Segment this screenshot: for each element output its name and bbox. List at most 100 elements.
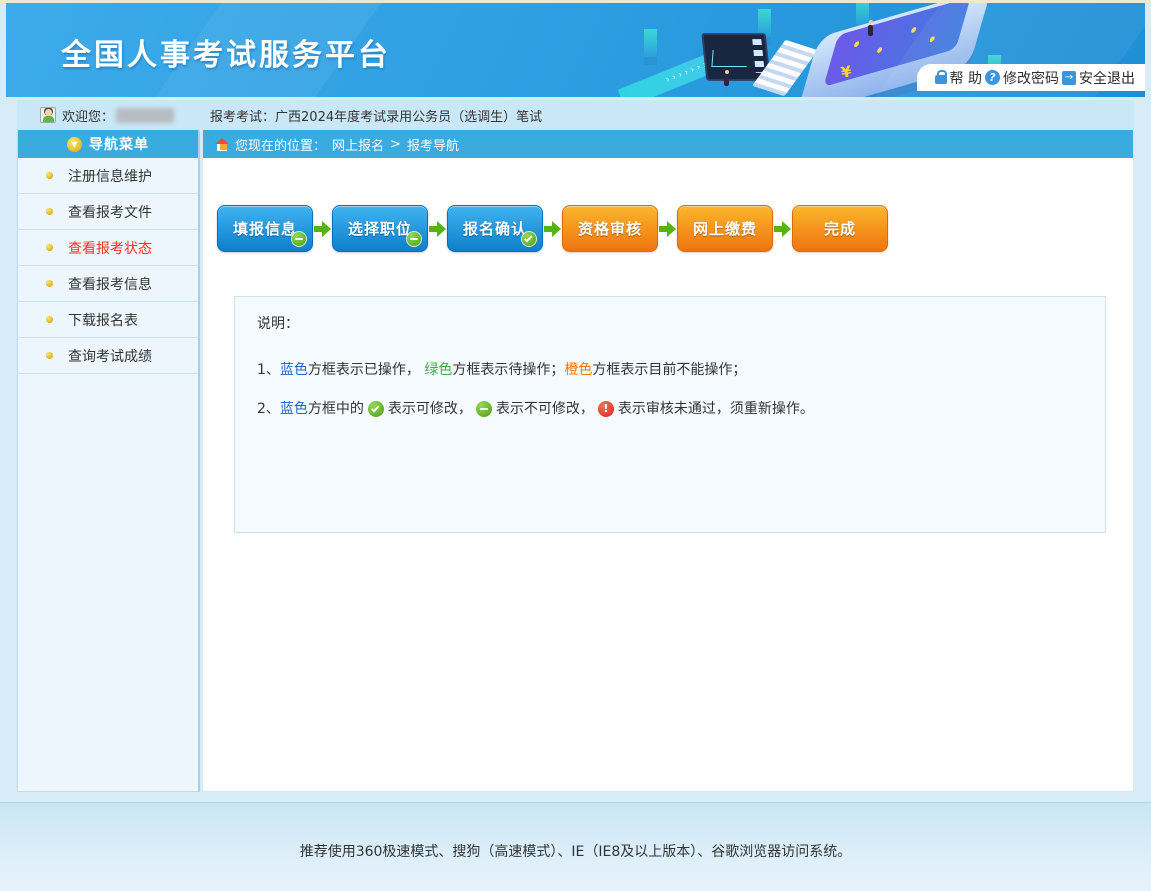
footer-browser-recommendation: 推荐使用360极速模式、搜狗（高速模式）、IE（IE8及以上版本）、谷歌浏览器访… <box>0 803 1151 861</box>
text-segment-orange: 橙色 <box>564 357 592 383</box>
sidebar-title: 导航菜单 <box>89 134 149 154</box>
monitor-icon <box>701 33 770 81</box>
step-label: 选择职位 <box>348 218 412 239</box>
glow-pillar-icon <box>758 9 771 39</box>
sidebar-item-label: 查询考试成绩 <box>68 346 152 366</box>
content-panel: 您现在的位置： 网上报名 > 报考导航 填报信息 选择职位 报名确认 资格 <box>202 130 1134 792</box>
yen-icon <box>840 62 853 82</box>
step-flow: 填报信息 选择职位 报名确认 资格审核 网上缴费 <box>217 205 1133 252</box>
glow-pillar-icon <box>644 29 657 59</box>
sidebar-item-label: 注册信息维护 <box>68 166 152 186</box>
platform-icon <box>796 3 992 97</box>
step-2-select-position[interactable]: 选择职位 <box>332 205 428 252</box>
header: 全国人事考试服务平台 帮 助 修改密码 安全退出 <box>6 3 1145 97</box>
home-icon <box>215 138 229 151</box>
glow-pillar-icon <box>856 3 869 29</box>
sidebar-item-label: 查看报考文件 <box>68 202 152 222</box>
step-1-fill-info[interactable]: 填报信息 <box>217 205 313 252</box>
sidebar-item-query-scores[interactable]: 查询考试成绩 <box>18 338 198 374</box>
step-label: 报名确认 <box>463 218 527 239</box>
arrow-right-icon <box>314 221 331 237</box>
sidebar-item-view-exam-files[interactable]: 查看报考文件 <box>18 194 198 230</box>
text-segment: 2、 <box>257 396 280 422</box>
stairs-icon <box>752 40 818 96</box>
help-link[interactable]: 帮 助 <box>935 68 982 88</box>
explanation-line-2: 2、 蓝色 方框中的 表示可修改， 表示不可修改， 表示审核未通过，须重新操作。 <box>257 396 1105 422</box>
greeting-label: 欢迎您： <box>62 106 114 125</box>
welcome-bar: 欢迎您： 报考考试：广西2024年度考试录用公务员（选调生）笔试 <box>17 100 1134 130</box>
text-segment-blue: 蓝色 <box>280 357 308 383</box>
sidebar-item-label: 查看报考状态 <box>68 238 152 258</box>
breadcrumb-link-exam-navigation[interactable]: 报考导航 <box>407 135 459 154</box>
text-segment: 方框表示目前不能操作； <box>592 357 746 383</box>
sidebar: 导航菜单 注册信息维护 查看报考文件 查看报考状态 查看报考信息 下载报名表 查… <box>17 130 200 792</box>
logout-link[interactable]: 安全退出 <box>1062 68 1135 88</box>
avatar-icon <box>40 107 56 123</box>
sidebar-item-view-status[interactable]: 查看报考状态 <box>18 230 198 266</box>
step-label: 网上缴费 <box>693 218 757 239</box>
step-label: 资格审核 <box>578 218 642 239</box>
footer: 推荐使用360极速模式、搜狗（高速模式）、IE（IE8及以上版本）、谷歌浏览器访… <box>0 802 1151 891</box>
step-4-qualification-review[interactable]: 资格审核 <box>562 205 658 252</box>
step-5-online-payment[interactable]: 网上缴费 <box>677 205 773 252</box>
dashboard-icon <box>823 3 971 87</box>
step-label: 完成 <box>824 218 856 239</box>
conveyor-icon <box>618 34 765 97</box>
sidebar-item-download-form[interactable]: 下载报名表 <box>18 302 198 338</box>
breadcrumb-location-label: 您现在的位置： <box>235 135 326 154</box>
sidebar-item-view-info[interactable]: 查看报考信息 <box>18 266 198 302</box>
question-icon <box>985 70 1000 85</box>
header-illustration <box>606 3 1036 97</box>
bullet-icon <box>46 316 53 323</box>
glow-pillar-icon <box>988 55 1001 85</box>
text-segment: 方框表示已操作， <box>308 357 424 383</box>
text-segment: 表示不可修改， <box>496 396 594 422</box>
site-title: 全国人事考试服务平台 <box>61 30 391 74</box>
exam-name: 广西2024年度考试录用公务员（选调生）笔试 <box>275 110 542 125</box>
step-label: 填报信息 <box>233 218 297 239</box>
sidebar-item-label: 查看报考信息 <box>68 274 152 294</box>
explanation-title: 说明： <box>257 313 1105 333</box>
logout-label: 安全退出 <box>1079 68 1135 88</box>
exam-info: 报考考试：广西2024年度考试录用公务员（选调生）笔试 <box>210 106 542 125</box>
explanation-box: 说明： 1、 蓝色 方框表示已操作， 绿色 方框表示待操作； 橙色 方框表示目前… <box>234 296 1106 533</box>
glow-pillar-icon <box>906 43 919 73</box>
status-badge-minus-icon <box>406 231 422 247</box>
change-password-link[interactable]: 修改密码 <box>985 68 1059 88</box>
text-segment: 方框中的 <box>308 396 364 422</box>
text-segment: 1、 <box>257 357 280 383</box>
arrow-right-icon <box>429 221 446 237</box>
status-badge-check-icon <box>521 231 537 247</box>
arrow-right-icon <box>659 221 676 237</box>
exclamation-circle-icon <box>598 401 614 417</box>
chain-link-icon <box>937 71 962 91</box>
bullet-icon <box>46 172 53 179</box>
user-name-redacted <box>116 108 174 123</box>
bullet-icon <box>46 352 53 359</box>
step-6-complete[interactable]: 完成 <box>792 205 888 252</box>
exit-icon <box>1062 71 1076 85</box>
sidebar-item-register-info[interactable]: 注册信息维护 <box>18 158 198 194</box>
bullet-icon <box>46 280 53 287</box>
chevron-down-icon <box>67 137 82 152</box>
quick-links-panel: 帮 助 修改密码 安全退出 <box>917 64 1145 91</box>
breadcrumb-link-online-registration[interactable]: 网上报名 <box>332 135 384 154</box>
minus-circle-icon <box>476 401 492 417</box>
arrow-right-icon <box>774 221 791 237</box>
text-segment: 方框表示待操作； <box>452 357 564 383</box>
step-3-confirm-registration[interactable]: 报名确认 <box>447 205 543 252</box>
help-link-label: 帮 助 <box>950 68 982 88</box>
check-circle-icon <box>368 401 384 417</box>
arrow-right-icon <box>544 221 561 237</box>
status-badge-minus-icon <box>291 231 307 247</box>
breadcrumb-separator: > <box>390 137 401 152</box>
text-segment-green: 绿色 <box>424 357 452 383</box>
person-icon <box>724 75 729 86</box>
page: { "header": { "title": "全国人事考试服务平台", "li… <box>0 0 1151 891</box>
exam-label: 报考考试： <box>210 110 275 125</box>
text-segment: 表示可修改， <box>388 396 472 422</box>
bullet-icon <box>46 208 53 215</box>
sidebar-nav-header: 导航菜单 <box>18 130 198 158</box>
text-segment: 表示审核未通过，须重新操作。 <box>618 396 814 422</box>
explanation-line-1: 1、 蓝色 方框表示已操作， 绿色 方框表示待操作； 橙色 方框表示目前不能操作… <box>257 357 1105 383</box>
